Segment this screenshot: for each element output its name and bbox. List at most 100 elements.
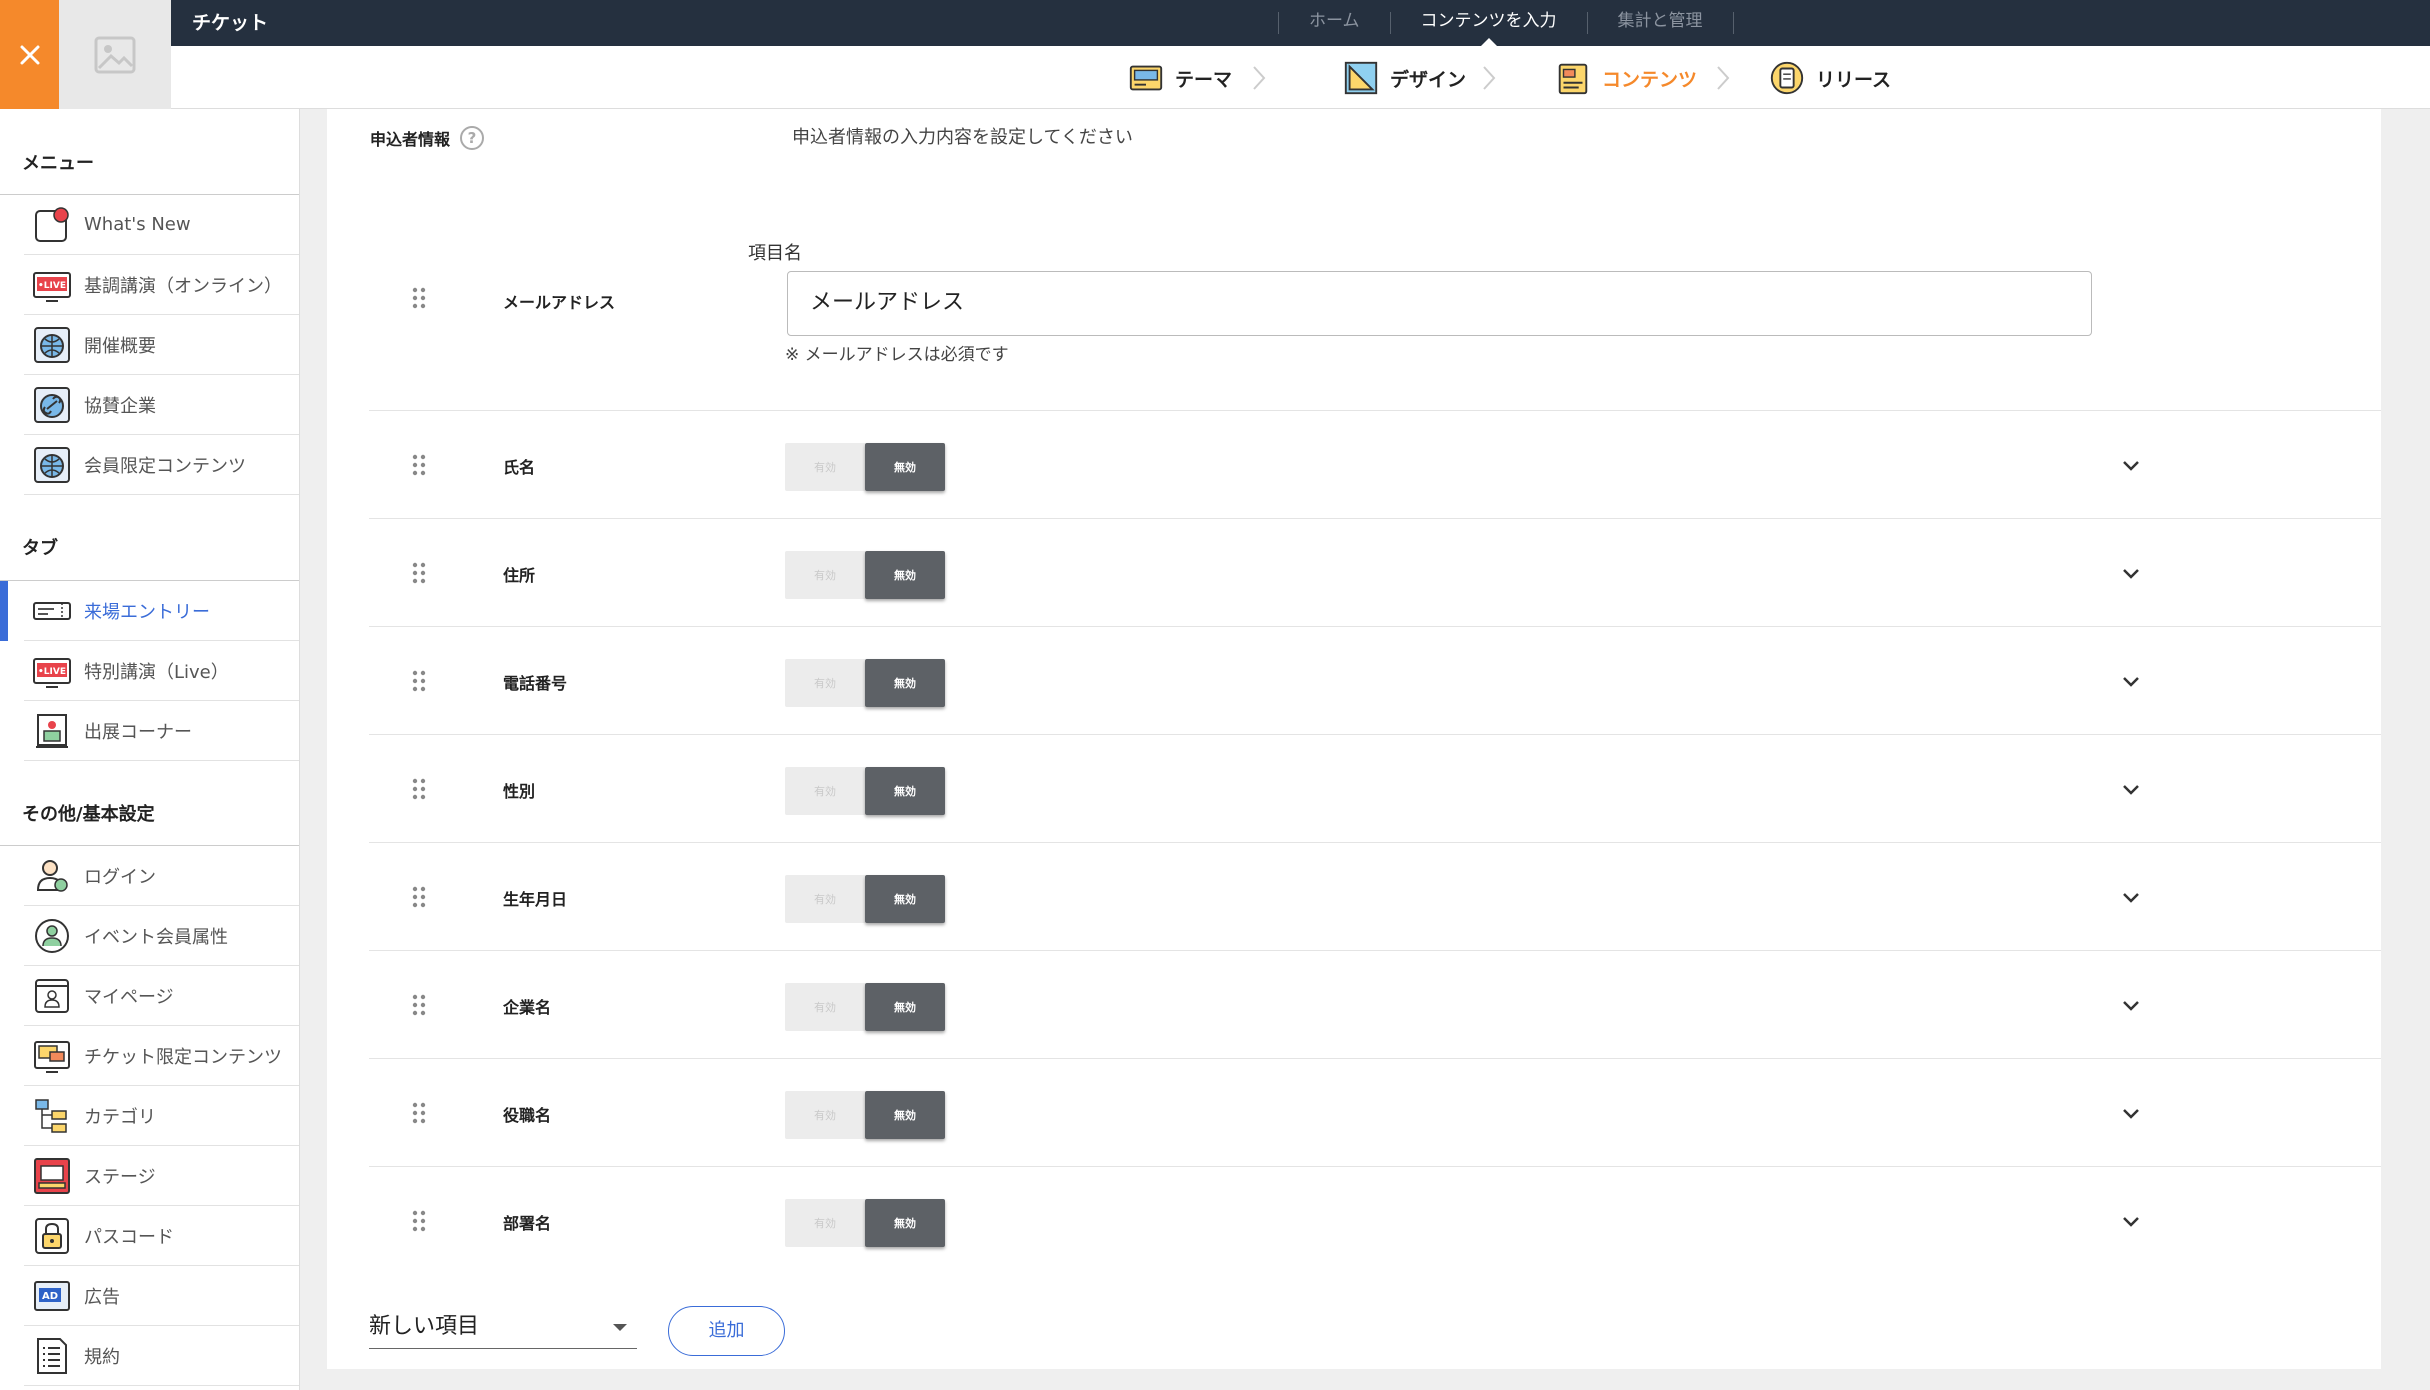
enable-toggle[interactable]: 有効 無効	[785, 875, 945, 923]
sidebar-item-event-member-attr[interactable]: イベント会員属性	[24, 906, 299, 966]
field-row: 部署名 有効 無効	[369, 1167, 2381, 1275]
sidebar-item-label: What's New	[84, 214, 191, 235]
sidebar-item-overview[interactable]: 開催概要	[24, 315, 299, 375]
field-label: 住所	[503, 566, 536, 585]
topnav-analytics[interactable]: 集計と管理	[1588, 0, 1733, 46]
sidebar-item-sponsors[interactable]: 協賛企業	[24, 375, 299, 435]
sidebar-item-ad[interactable]: AD 広告	[24, 1266, 299, 1326]
chevron-down-icon[interactable]	[2119, 669, 2143, 693]
ticket-content-icon	[32, 1036, 72, 1076]
drag-handle-icon[interactable]	[412, 287, 426, 309]
dropdown-caret-icon	[613, 1324, 627, 1331]
link-icon	[32, 385, 72, 425]
toggle-disabled-option[interactable]: 無効	[865, 1199, 945, 1247]
step-release[interactable]: リリース	[1768, 58, 1891, 98]
drag-handle-icon[interactable]	[412, 454, 426, 476]
toggle-disabled-option[interactable]: 無効	[865, 983, 945, 1031]
chevron-down-icon[interactable]	[2119, 993, 2143, 1017]
field-row: 氏名 有効 無効	[369, 411, 2381, 519]
toggle-enabled-option[interactable]: 有効	[785, 767, 865, 815]
toggle-enabled-option[interactable]: 有効	[785, 983, 865, 1031]
toggle-disabled-option[interactable]: 無効	[865, 767, 945, 815]
step-design[interactable]: デザイン	[1342, 58, 1466, 98]
field-note: ※ メールアドレスは必須です	[785, 345, 1009, 365]
chevron-down-icon[interactable]	[2119, 885, 2143, 909]
step-label: テーマ	[1175, 68, 1233, 91]
enable-toggle[interactable]: 有効 無効	[785, 1199, 945, 1247]
mypage-icon	[32, 976, 72, 1016]
drag-handle-icon[interactable]	[412, 562, 426, 584]
sidebar-item-whats-new[interactable]: What's New	[24, 195, 299, 255]
sidebar-item-label: パスコード	[84, 1226, 174, 1248]
chevron-down-icon[interactable]	[2119, 777, 2143, 801]
chevron-down-icon[interactable]	[2119, 561, 2143, 585]
sidebar-item-stage[interactable]: ステージ	[24, 1146, 299, 1206]
image-placeholder-icon	[94, 36, 136, 73]
toggle-enabled-option[interactable]: 有効	[785, 1091, 865, 1139]
topnav-content-input[interactable]: コンテンツを入力	[1391, 0, 1587, 46]
help-icon[interactable]: ?	[460, 126, 484, 150]
drag-handle-icon[interactable]	[412, 1102, 426, 1124]
chevron-down-icon[interactable]	[2119, 1101, 2143, 1125]
step-label: デザイン	[1390, 68, 1467, 91]
new-item-select[interactable]: 新しい項目	[369, 1307, 637, 1349]
step-bar: テーマ デザイン コンテンツ リリース	[171, 46, 2430, 109]
sidebar: メニュー What's New •LIVE 基調講演（オンライン） 開催概要 協…	[0, 109, 300, 1390]
step-contents[interactable]: コンテンツ	[1554, 58, 1697, 98]
enable-toggle[interactable]: 有効 無効	[785, 551, 945, 599]
field-label: メールアドレス	[503, 293, 616, 312]
svg-text:•LIVE: •LIVE	[38, 667, 66, 677]
toggle-disabled-option[interactable]: 無効	[865, 875, 945, 923]
sidebar-item-terms[interactable]: 規約	[24, 1326, 299, 1386]
sidebar-item-label: 会員限定コンテンツ	[84, 455, 246, 477]
sidebar-item-label: 特別講演（Live）	[84, 661, 229, 683]
toggle-disabled-option[interactable]: 無効	[865, 1091, 945, 1139]
drag-handle-icon[interactable]	[412, 670, 426, 692]
chevron-down-icon[interactable]	[2119, 1209, 2143, 1233]
enable-toggle[interactable]: 有効 無効	[785, 659, 945, 707]
sidebar-item-ticket-content[interactable]: チケット限定コンテンツ	[24, 1026, 299, 1086]
toggle-disabled-option[interactable]: 無効	[865, 551, 945, 599]
sidebar-item-exhibition[interactable]: 出展コーナー	[24, 701, 299, 761]
toggle-disabled-option[interactable]: 無効	[865, 443, 945, 491]
chevron-down-icon[interactable]	[2119, 453, 2143, 477]
enable-toggle[interactable]: 有効 無効	[785, 983, 945, 1031]
step-theme[interactable]: テーマ	[1127, 58, 1232, 98]
sidebar-item-special-live[interactable]: •LIVE 特別講演（Live）	[24, 641, 299, 701]
sidebar-item-keynote[interactable]: •LIVE 基調講演（オンライン）	[24, 255, 299, 315]
drag-handle-icon[interactable]	[412, 886, 426, 908]
drag-handle-icon[interactable]	[412, 994, 426, 1016]
event-thumbnail[interactable]	[59, 0, 171, 109]
enable-toggle[interactable]: 有効 無効	[785, 767, 945, 815]
close-button[interactable]	[0, 0, 59, 109]
top-bar: チケット ホーム コンテンツを入力 集計と管理	[0, 0, 2430, 46]
sidebar-item-mypage[interactable]: マイページ	[24, 966, 299, 1026]
topnav-home[interactable]: ホーム	[1279, 0, 1390, 46]
field-label: 性別	[503, 782, 536, 801]
enable-toggle[interactable]: 有効 無効	[785, 1091, 945, 1139]
drag-handle-icon[interactable]	[412, 778, 426, 800]
sidebar-item-label: 出展コーナー	[84, 721, 192, 743]
field-label: 企業名	[503, 998, 552, 1017]
field-row: 電話番号 有効 無効	[369, 627, 2381, 735]
toggle-disabled-option[interactable]: 無効	[865, 659, 945, 707]
active-indicator	[0, 581, 8, 641]
nav-divider	[1732, 12, 1734, 34]
toggle-enabled-option[interactable]: 有効	[785, 443, 865, 491]
toggle-enabled-option[interactable]: 有効	[785, 551, 865, 599]
sidebar-item-login[interactable]: ログイン	[24, 846, 299, 906]
enable-toggle[interactable]: 有効 無効	[785, 443, 945, 491]
sidebar-item-label: 広告	[84, 1286, 120, 1308]
drag-handle-icon[interactable]	[412, 1210, 426, 1232]
toggle-enabled-option[interactable]: 有効	[785, 875, 865, 923]
sidebar-item-category[interactable]: カテゴリ	[24, 1086, 299, 1146]
toggle-enabled-option[interactable]: 有効	[785, 659, 865, 707]
login-icon	[32, 856, 72, 896]
field-label: 生年月日	[503, 890, 568, 909]
sidebar-item-member-content[interactable]: 会員限定コンテンツ	[24, 435, 299, 495]
add-button[interactable]: 追加	[668, 1306, 785, 1356]
toggle-enabled-option[interactable]: 有効	[785, 1199, 865, 1247]
sidebar-item-entry[interactable]: 来場エントリー	[24, 581, 299, 641]
sidebar-item-passcode[interactable]: パスコード	[24, 1206, 299, 1266]
field-name-input[interactable]: メールアドレス	[787, 271, 2092, 336]
